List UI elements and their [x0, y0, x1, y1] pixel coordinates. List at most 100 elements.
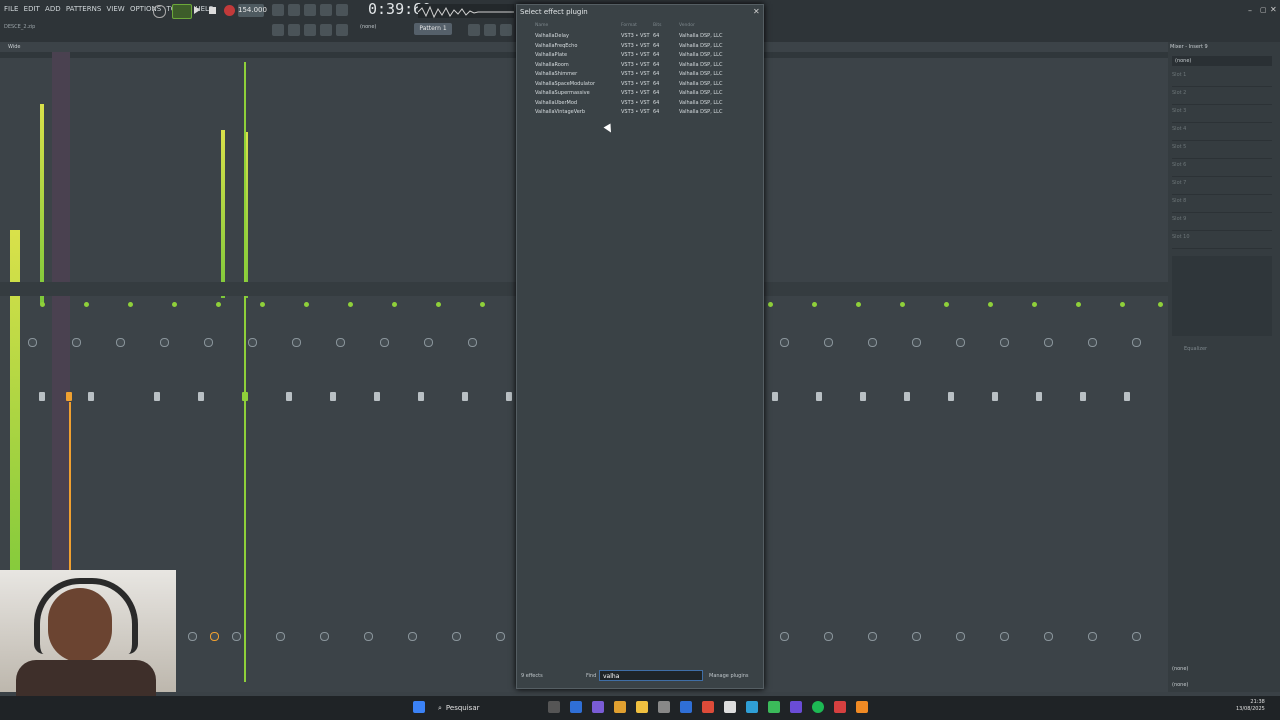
track-enable-led[interactable] [392, 302, 397, 307]
route-knob[interactable] [496, 632, 505, 641]
route-knob[interactable] [408, 632, 417, 641]
track-enable-led[interactable] [856, 302, 861, 307]
app-icon[interactable] [614, 701, 626, 713]
volume-fader[interactable] [948, 392, 954, 401]
file-explorer-icon[interactable] [636, 701, 648, 713]
route-knob[interactable] [320, 632, 329, 641]
route-knob[interactable] [912, 632, 921, 641]
pan-knob[interactable] [116, 338, 125, 347]
pan-knob[interactable] [336, 338, 345, 347]
discord-icon[interactable] [790, 701, 802, 713]
metronome-icon[interactable] [272, 4, 284, 16]
pan-knob[interactable] [956, 338, 965, 347]
volume-fader[interactable] [816, 392, 822, 401]
volume-fader[interactable] [330, 392, 336, 401]
volume-fader[interactable] [418, 392, 424, 401]
playlist-icon[interactable] [272, 24, 284, 36]
maximize-icon[interactable]: ▢ [1260, 6, 1267, 14]
pan-knob[interactable] [1000, 338, 1009, 347]
pattern-selector[interactable]: Pattern 1 [414, 23, 452, 35]
play-button[interactable] [172, 4, 192, 19]
route-knob[interactable] [232, 632, 241, 641]
system-clock[interactable]: 21:38 13/08/2025 [1236, 699, 1265, 713]
volume-fader[interactable] [860, 392, 866, 401]
effect-slot[interactable]: Slot 7 [1172, 180, 1272, 195]
volume-fader[interactable] [506, 392, 512, 401]
piano-roll-icon[interactable] [288, 24, 300, 36]
track-enable-led[interactable] [988, 302, 993, 307]
plugin-row[interactable]: ValhallaDelay VST3 • VST 64 Valhalla DSP… [519, 32, 759, 41]
app-icon[interactable] [746, 701, 758, 713]
route-knob[interactable] [188, 632, 197, 641]
effect-slot[interactable]: Slot 3 [1172, 108, 1272, 123]
route-knob[interactable] [1000, 632, 1009, 641]
effect-slot[interactable]: Slot 6 [1172, 162, 1272, 177]
track-enable-led[interactable] [812, 302, 817, 307]
app-icon[interactable] [658, 701, 670, 713]
menu-add[interactable]: ADD [45, 5, 61, 13]
track-enable-led[interactable] [348, 302, 353, 307]
column-vendor[interactable]: Vendor [679, 23, 695, 28]
spotify-icon[interactable] [812, 701, 824, 713]
volume-fader[interactable] [1124, 392, 1130, 401]
task-view-icon[interactable] [548, 701, 560, 713]
track-enable-led[interactable] [172, 302, 177, 307]
plugin-row[interactable]: ValhallaRoom VST3 • VST 64 Valhalla DSP,… [519, 61, 759, 70]
volume-fader[interactable] [374, 392, 380, 401]
taskbar-search[interactable]: ⌕ Pesquisar [430, 699, 520, 717]
stop-icon[interactable] [209, 7, 216, 14]
pan-knob[interactable] [160, 338, 169, 347]
volume-fader[interactable] [242, 392, 248, 401]
snap-select[interactable]: (none) [360, 24, 376, 30]
route-knob[interactable] [276, 632, 285, 641]
find-input[interactable]: valha [599, 670, 703, 681]
tempo-display[interactable]: 154.000 [238, 4, 267, 17]
app-icon[interactable] [592, 701, 604, 713]
pan-knob[interactable] [1044, 338, 1053, 347]
track-enable-led[interactable] [40, 302, 45, 307]
route-knob[interactable] [364, 632, 373, 641]
plugin-row[interactable]: ValhallaUberMod VST3 • VST 64 Valhalla D… [519, 99, 759, 108]
column-bits[interactable]: Bits [653, 23, 661, 28]
pan-knob[interactable] [292, 338, 301, 347]
pan-knob[interactable] [868, 338, 877, 347]
power-icon[interactable] [153, 5, 166, 18]
route-knob[interactable] [452, 632, 461, 641]
record-button[interactable] [224, 5, 235, 16]
track-enable-led[interactable] [128, 302, 133, 307]
route-knob[interactable] [956, 632, 965, 641]
route-knob[interactable] [1088, 632, 1097, 641]
pan-knob[interactable] [1132, 338, 1141, 347]
fl-studio-icon[interactable] [856, 701, 868, 713]
track-enable-led[interactable] [304, 302, 309, 307]
track-enable-led[interactable] [84, 302, 89, 307]
edge-icon[interactable] [570, 701, 582, 713]
effect-slot[interactable]: Slot 9 [1172, 216, 1272, 231]
menu-file[interactable]: FILE [4, 5, 18, 13]
menu-view[interactable]: VIEW [107, 5, 125, 13]
pan-knob[interactable] [1088, 338, 1097, 347]
track-enable-led[interactable] [260, 302, 265, 307]
app-icon[interactable] [724, 701, 736, 713]
column-name[interactable]: Name [535, 23, 548, 28]
track-enable-led[interactable] [768, 302, 773, 307]
plugin-row[interactable]: ValhallaPlate VST3 • VST 64 Valhalla DSP… [519, 51, 759, 60]
track-enable-led[interactable] [944, 302, 949, 307]
volume-fader[interactable] [462, 392, 468, 401]
route-knob[interactable] [780, 632, 789, 641]
eq-graph[interactable] [1172, 256, 1272, 336]
plugin-row[interactable]: ValhallaVintageVerb VST3 • VST 64 Valhal… [519, 108, 759, 117]
plugin-row[interactable]: ValhallaShimmer VST3 • VST 64 Valhalla D… [519, 70, 759, 79]
effect-slot[interactable]: Slot 4 [1172, 126, 1272, 141]
pattern-prev-icon[interactable] [468, 24, 480, 36]
column-format[interactable]: Format [621, 23, 637, 28]
effect-slot[interactable]: Slot 1 [1172, 72, 1272, 87]
windows-start-icon[interactable] [413, 701, 425, 713]
effect-slot[interactable]: Slot 2 [1172, 90, 1272, 105]
close-icon[interactable]: ✕ [753, 7, 760, 16]
pan-knob[interactable] [468, 338, 477, 347]
app-icon[interactable] [768, 701, 780, 713]
route-knob[interactable] [1132, 632, 1141, 641]
loop-record-icon[interactable] [320, 4, 332, 16]
close-app-icon[interactable]: ✕ [1270, 5, 1277, 14]
